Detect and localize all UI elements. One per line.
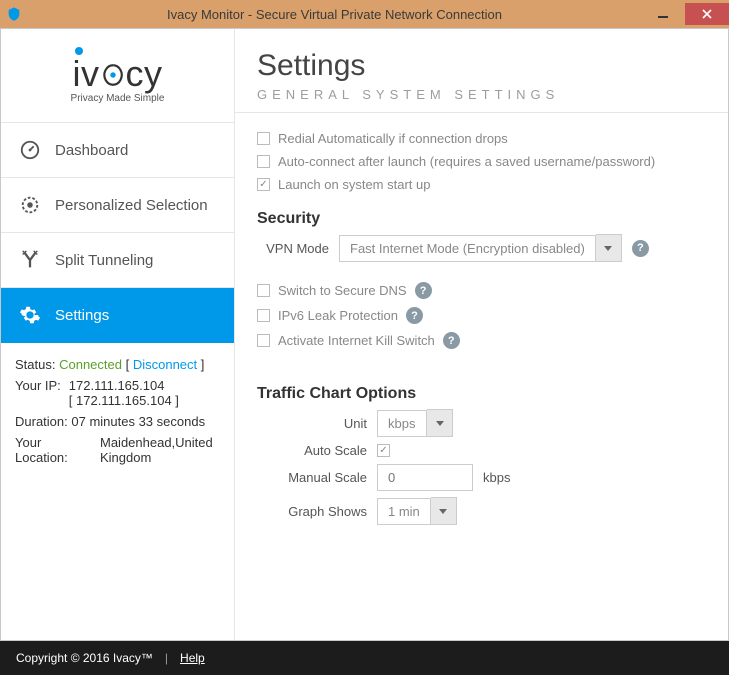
sidebar-item-settings[interactable]: Settings <box>1 288 234 343</box>
vpn-mode-value: Fast Internet Mode (Encryption disabled) <box>339 235 596 262</box>
checkbox-secure-dns[interactable] <box>257 284 270 297</box>
target-icon <box>19 194 41 216</box>
status-panel: Status: Connected [ Disconnect ] Your IP… <box>1 343 234 485</box>
autoscale-label: Auto Scale <box>257 443 367 458</box>
checkbox-killswitch[interactable] <box>257 334 270 347</box>
checkbox-autoconnect-label: Auto-connect after launch (requires a sa… <box>278 154 655 169</box>
unit-value: kbps <box>377 410 427 437</box>
checkbox-ipv6-label: IPv6 Leak Protection <box>278 308 398 323</box>
duration-label: Duration: <box>15 414 68 429</box>
manual-scale-label: Manual Scale <box>257 470 367 485</box>
traffic-heading: Traffic Chart Options <box>257 385 706 403</box>
graph-shows-value: 1 min <box>377 498 431 525</box>
minimize-button[interactable] <box>641 3 685 25</box>
sidebar-item-label: Personalized Selection <box>55 197 208 214</box>
graph-shows-label: Graph Shows <box>257 504 367 519</box>
location-label: Your Location: <box>15 435 90 465</box>
ip-value-1: 172.111.165.104 <box>69 378 179 393</box>
chevron-down-icon[interactable] <box>427 409 453 437</box>
security-heading: Security <box>257 210 706 228</box>
split-icon <box>19 249 41 271</box>
checkbox-launch-startup-label: Launch on system start up <box>278 177 430 192</box>
sidebar-item-split-tunneling[interactable]: Split Tunneling <box>1 233 234 288</box>
checkbox-ipv6[interactable] <box>257 309 270 322</box>
help-icon[interactable]: ? <box>632 240 649 257</box>
sidebar-item-personalized[interactable]: Personalized Selection <box>1 178 234 233</box>
footer-copyright: Copyright © 2016 Ivacy™ <box>16 651 153 665</box>
graph-shows-select[interactable]: 1 min <box>377 497 457 525</box>
sidebar-item-label: Settings <box>55 307 109 324</box>
sidebar-item-dashboard[interactable]: Dashboard <box>1 123 234 178</box>
help-icon[interactable]: ? <box>443 332 460 349</box>
titlebar: Ivacy Monitor - Secure Virtual Private N… <box>0 0 729 28</box>
gear-icon <box>19 304 41 326</box>
logo-tagline: Privacy Made Simple <box>1 93 234 104</box>
ip-value-2: [ 172.111.165.104 ] <box>69 393 179 408</box>
status-label: Status: <box>15 357 55 372</box>
vpn-mode-label: VPN Mode <box>257 241 329 256</box>
chevron-down-icon[interactable] <box>596 234 622 262</box>
checkbox-secure-dns-label: Switch to Secure DNS <box>278 283 407 298</box>
checkbox-killswitch-label: Activate Internet Kill Switch <box>278 333 435 348</box>
sidebar-item-label: Dashboard <box>55 142 128 159</box>
duration-value: 07 minutes 33 seconds <box>71 414 205 429</box>
app-window: Ivacy Monitor - Secure Virtual Private N… <box>0 0 729 675</box>
help-icon[interactable]: ? <box>406 307 423 324</box>
app-icon <box>6 6 22 22</box>
sidebar: ivcy Privacy Made Simple Dashboard Perso… <box>1 29 235 640</box>
footer-help-link[interactable]: Help <box>180 651 205 665</box>
location-value: Maidenhead,United Kingdom <box>100 435 220 465</box>
manual-scale-unit: kbps <box>483 470 510 485</box>
unit-label: Unit <box>257 416 367 431</box>
checkbox-redial-label: Redial Automatically if connection drops <box>278 131 508 146</box>
page-subtitle: GENERAL SYSTEM SETTINGS <box>257 87 706 102</box>
dashboard-icon <box>19 139 41 161</box>
window-title: Ivacy Monitor - Secure Virtual Private N… <box>28 7 641 22</box>
checkbox-autoscale[interactable] <box>377 444 390 457</box>
close-button[interactable] <box>685 3 729 25</box>
footer: Copyright © 2016 Ivacy™ | Help <box>0 641 729 675</box>
disconnect-link[interactable]: Disconnect <box>133 357 197 372</box>
checkbox-redial[interactable] <box>257 132 270 145</box>
checkbox-autoconnect[interactable] <box>257 155 270 168</box>
ip-label: Your IP: <box>15 378 61 408</box>
page-title: Settings <box>257 49 706 83</box>
unit-select[interactable]: kbps <box>377 409 453 437</box>
status-value: Connected <box>59 357 122 372</box>
logo: ivcy Privacy Made Simple <box>1 29 234 123</box>
help-icon[interactable]: ? <box>415 282 432 299</box>
sidebar-item-label: Split Tunneling <box>55 252 153 269</box>
chevron-down-icon[interactable] <box>431 497 457 525</box>
vpn-mode-select[interactable]: Fast Internet Mode (Encryption disabled) <box>339 234 622 262</box>
main-panel: Settings GENERAL SYSTEM SETTINGS Redial … <box>235 29 728 640</box>
checkbox-launch-startup[interactable] <box>257 178 270 191</box>
manual-scale-input[interactable] <box>377 464 473 491</box>
